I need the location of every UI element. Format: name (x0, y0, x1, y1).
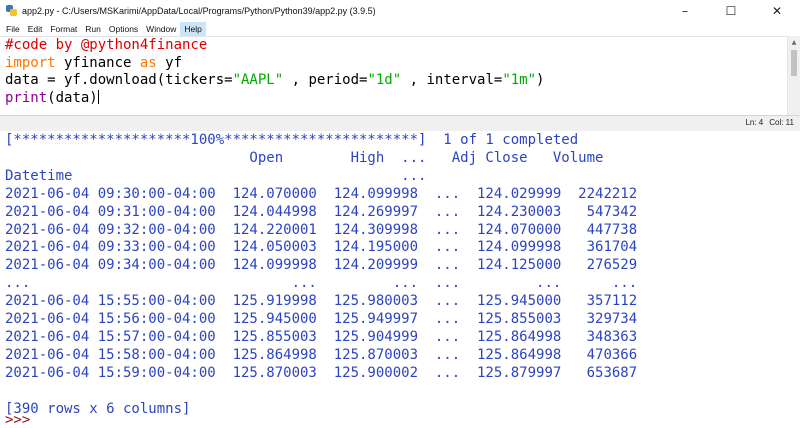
title-bar[interactable]: app2.py - C:/Users/MSKarimi/AppData/Loca… (0, 0, 800, 22)
code-text[interactable]: #code by @python4finance import yfinance… (0, 37, 788, 107)
builtin-print: print (5, 89, 48, 106)
status-bar: Ln: 4 Col: 11 (0, 115, 800, 132)
code-line-1: #code by @python4finance (5, 37, 208, 53)
column-number: Col: 11 (769, 118, 794, 127)
scrollbar-thumb[interactable] (791, 50, 797, 76)
menu-file[interactable]: File (0, 22, 24, 36)
table-row: 2021-06-04 09:31:00-04:00 124.044998 124… (5, 203, 638, 220)
code-line-3-call: data = yf.download(tickers= (5, 72, 233, 88)
code-line-2-alias: yf (156, 54, 183, 71)
minimize-button[interactable]: – (662, 0, 708, 22)
progress-line: [*********************100%**************… (5, 132, 579, 148)
keyword-as: as (139, 54, 157, 71)
menu-options[interactable]: Options (105, 22, 142, 36)
string-period: "1d" (367, 72, 402, 88)
string-interval: "1m" (502, 72, 537, 88)
code-line-3-close: ) (536, 72, 545, 88)
window-controls: – ☐ ✕ (662, 0, 800, 22)
table-row: 2021-06-04 15:57:00-04:00 125.855003 125… (5, 328, 638, 345)
editor-scrollbar[interactable]: ▲ (787, 36, 800, 115)
table-row: 2021-06-04 09:33:00-04:00 124.050003 124… (5, 239, 638, 256)
shell-prompt[interactable]: >>> (5, 412, 30, 428)
cursor-position: Ln: 4 Col: 11 (739, 118, 794, 127)
code-line-4-args: (data) (47, 89, 98, 106)
menu-window[interactable]: Window (142, 22, 180, 36)
table-row: 2021-06-04 09:30:00-04:00 124.070000 124… (5, 185, 638, 202)
code-line-3-period: , period= (283, 72, 368, 88)
table-header: Open High ... Adj Close Volume (5, 149, 604, 166)
menu-format[interactable]: Format (46, 22, 81, 36)
menu-help[interactable]: Help (180, 22, 206, 36)
code-editor[interactable]: #code by @python4finance import yfinance… (0, 36, 788, 116)
string-tickers: "AAPL" (232, 72, 284, 88)
window-title: app2.py - C:/Users/MSKarimi/AppData/Loca… (22, 6, 376, 16)
python-idle-icon (6, 5, 18, 17)
table-row: 2021-06-04 09:32:00-04:00 124.220001 124… (5, 221, 638, 238)
scroll-up-icon[interactable]: ▲ (788, 36, 800, 48)
text-cursor (97, 89, 99, 104)
table-row: 2021-06-04 15:56:00-04:00 125.945000 125… (5, 311, 638, 328)
close-button[interactable]: ✕ (754, 0, 800, 22)
code-line-3-interval: , interval= (401, 72, 503, 88)
table-summary: [390 rows x 6 columns] (5, 400, 191, 417)
table-row: 2021-06-04 15:55:00-04:00 125.919998 125… (5, 293, 638, 310)
menu-bar: File Edit Format Run Options Window Help (0, 22, 800, 36)
line-number: Ln: 4 (745, 118, 764, 127)
menu-run[interactable]: Run (81, 22, 105, 36)
maximize-button[interactable]: ☐ (708, 0, 754, 22)
table-row-ellipsis: ... ... ... ... ... ... (5, 275, 638, 292)
table-row: 2021-06-04 09:34:00-04:00 124.099998 124… (5, 257, 638, 274)
output-text: [*********************100%**************… (0, 131, 800, 419)
table-index-name: Datetime ... (5, 167, 427, 184)
code-line-2-text: yfinance (55, 54, 140, 71)
menu-edit[interactable]: Edit (24, 22, 47, 36)
table-row: 2021-06-04 15:58:00-04:00 125.864998 125… (5, 346, 638, 363)
shell-output[interactable]: [*********************100%**************… (0, 131, 800, 428)
keyword-import: import (5, 54, 56, 71)
table-row: 2021-06-04 15:59:00-04:00 125.870003 125… (5, 364, 638, 381)
